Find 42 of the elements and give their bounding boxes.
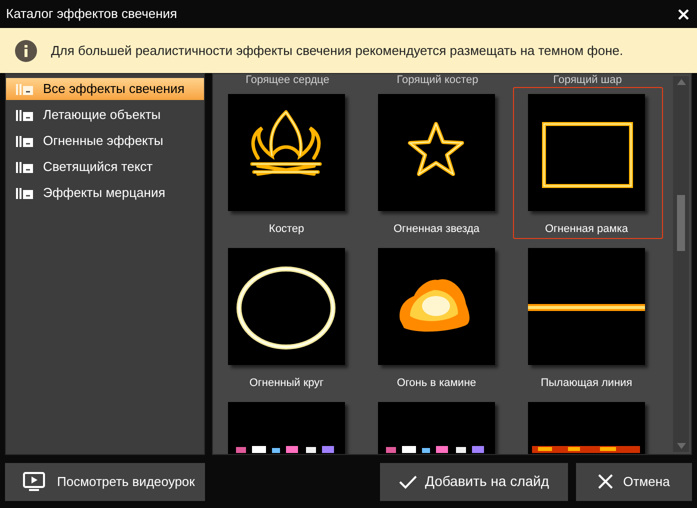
category-icon — [16, 84, 33, 94]
effect-tile[interactable]: Огненная звезда — [363, 87, 513, 239]
monitor-play-icon — [23, 472, 45, 492]
info-icon — [15, 40, 37, 62]
category-item[interactable]: Летающие объекты — [6, 104, 204, 126]
effect-label: Горящее сердце — [244, 74, 330, 87]
effect-label: Огненный круг — [248, 376, 325, 391]
scrollbar-thumb[interactable] — [677, 195, 685, 251]
effect-label: Костер — [268, 222, 306, 237]
category-item[interactable]: Огненные эффекты — [6, 130, 204, 152]
check-icon — [398, 474, 417, 488]
add-to-slide-button[interactable]: Добавить на слайд — [380, 462, 568, 500]
effect-tile[interactable]: Огонь в камине — [363, 241, 513, 393]
effect-label: Горящий костер — [396, 74, 480, 87]
category-icon — [16, 162, 33, 172]
category-item[interactable]: Эффекты мерцания — [6, 182, 204, 204]
blaze-glow-drawing — [400, 279, 470, 332]
notice-text: Для большей реалистичности эффекты свечения рекомендуется размещать на темном фоне. — [51, 42, 624, 60]
close-icon[interactable] — [678, 8, 689, 20]
video-tutorial-button[interactable]: Посмотреть видеоурок — [5, 462, 205, 500]
effect-tile[interactable]: Огненный круг — [213, 241, 363, 393]
effect-label: Огонь в камине — [396, 376, 478, 391]
window-title: Каталог эффектов свечения — [6, 5, 178, 24]
close-icon — [598, 474, 614, 489]
effect-tile[interactable]: Огненная рамка — [513, 87, 663, 239]
effect-tile[interactable]: Пылающая линия — [513, 241, 663, 393]
effect-label: Горящий шар — [552, 74, 623, 87]
category-icon — [16, 110, 33, 120]
bonfire-glow-drawing — [250, 110, 322, 176]
category-icon — [16, 136, 33, 146]
effect-label: Огненная звезда — [392, 222, 481, 237]
scrollbar[interactable] — [673, 76, 689, 452]
star-glow-drawing — [408, 122, 464, 176]
scroll-down-icon[interactable] — [676, 443, 686, 449]
category-item[interactable]: Светящийся текст — [6, 156, 204, 178]
cancel-button[interactable]: Отмена — [576, 462, 692, 500]
effect-tile[interactable]: Костер — [213, 87, 363, 239]
category-icon — [16, 188, 33, 198]
effect-label: Пылающая линия — [540, 376, 634, 391]
category-item[interactable]: Все эффекты свечения — [6, 78, 204, 100]
scroll-up-icon[interactable] — [676, 79, 686, 85]
effect-label: Огненная рамка — [544, 222, 629, 237]
